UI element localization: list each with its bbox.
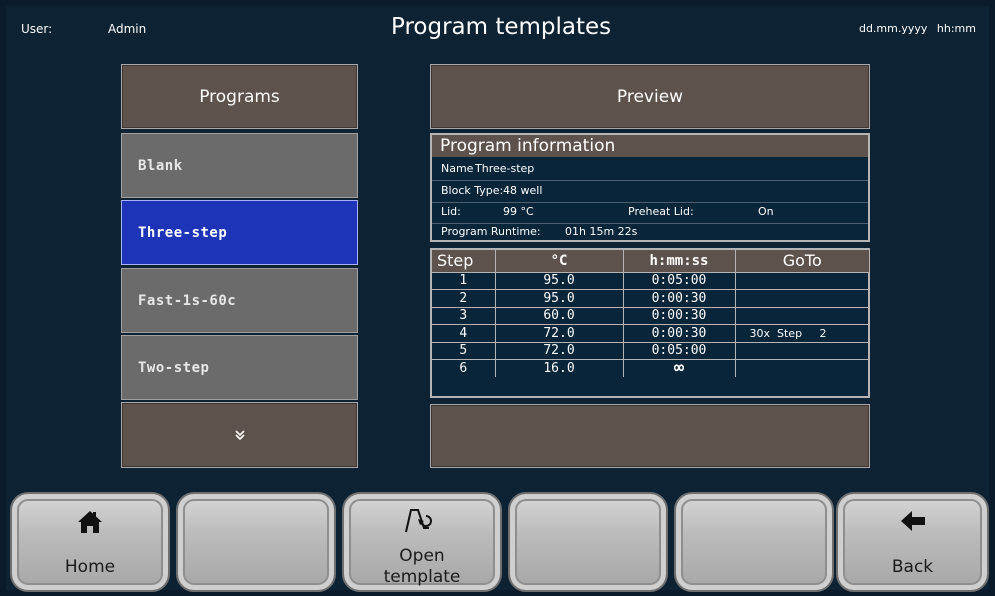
step-cell: 1 [432, 271, 496, 290]
open-label-line-1: Open [399, 546, 445, 566]
user-label: User: [21, 22, 53, 36]
goto-cell [735, 341, 869, 360]
lid-label: Lid: [441, 205, 461, 218]
name-label: Name [441, 162, 474, 175]
col-header-step: Step [432, 250, 496, 272]
time-text: hh:mm [936, 22, 976, 35]
table-row: 2 95.0 0:00:30 [432, 289, 869, 307]
steps-table-panel: Step °C h:mm:ss GoTo 1 95.0 0:05:00 2 95… [430, 248, 870, 398]
empty-nav-button-1[interactable] [176, 492, 336, 592]
time-cell: 0:00:30 [623, 306, 736, 325]
goto-cell [735, 306, 869, 325]
preview-header: Preview [430, 64, 870, 129]
back-label: Back [891, 557, 934, 577]
temp-cell: 16.0 [495, 359, 624, 377]
runtime-value: 01h 15m 22s [565, 225, 638, 238]
programs-header: Programs [121, 64, 358, 129]
lid-value: 99 °C [503, 205, 534, 218]
program-information-panel: Program information Name Three-step Bloc… [430, 133, 870, 242]
home-button[interactable]: Home [10, 492, 170, 592]
double-chevron-down-icon [234, 430, 245, 441]
block-type-label: Block Type: [441, 184, 504, 197]
time-cell: 0:05:00 [623, 341, 736, 360]
temp-cell: 72.0 [495, 324, 624, 342]
program-item-fast-1s-60c[interactable]: Fast-1s-60c [121, 268, 358, 333]
datetime: dd.mm.yyyy hh:mm [853, 22, 976, 35]
user-name: Admin [108, 22, 147, 36]
step-cell: 2 [432, 289, 496, 307]
back-button[interactable]: Back [836, 492, 989, 592]
col-header-goto: GoTo [735, 250, 869, 272]
home-label: Home [64, 557, 116, 577]
step-cell: 4 [432, 324, 496, 342]
program-information-title: Program information [432, 135, 868, 157]
temp-cell: 60.0 [495, 306, 624, 325]
page-title: Program templates [391, 14, 612, 40]
date-text: dd.mm.yyyy [858, 22, 928, 35]
col-header-temp: °C [495, 250, 624, 272]
goto-cell [735, 359, 869, 377]
scroll-down-button[interactable] [121, 402, 358, 468]
open-label-line-2: template [383, 567, 461, 587]
program-item-two-step[interactable]: Two-step [121, 335, 358, 400]
steps-table: Step °C h:mm:ss GoTo 1 95.0 0:05:00 2 95… [432, 250, 869, 377]
block-type-value: 48 well [503, 184, 543, 197]
goto-cell [735, 289, 869, 307]
step-cell: 5 [432, 341, 496, 360]
runtime-label: Program Runtime: [441, 225, 541, 238]
preview-footer-panel [430, 404, 870, 468]
table-row: 1 95.0 0:05:00 [432, 271, 869, 290]
step-cell: 3 [432, 306, 496, 325]
goto-cell: 30x Step 2 [735, 324, 869, 342]
open-template-button[interactable]: Open template [342, 492, 502, 592]
col-header-time: h:mm:ss [623, 250, 736, 272]
empty-nav-button-2[interactable] [508, 492, 668, 592]
time-cell: 0:00:30 [623, 289, 736, 307]
time-cell: 0:00:30 [623, 324, 736, 342]
open-template-icon [405, 509, 432, 533]
program-item-blank[interactable]: Blank [121, 133, 358, 198]
time-cell: 0:05:00 [623, 271, 736, 290]
step-cell: 6 [432, 359, 496, 377]
name-value: Three-step [475, 162, 535, 175]
table-row: 5 72.0 0:05:00 [432, 341, 869, 360]
program-item-three-step[interactable]: Three-step [121, 200, 358, 265]
time-cell-infinite: ∞ [623, 359, 736, 377]
home-icon [78, 511, 102, 533]
preheat-lid-label: Preheat Lid: [628, 205, 694, 218]
table-row: 3 60.0 0:00:30 [432, 306, 869, 325]
table-row: 6 16.0 ∞ [432, 359, 869, 377]
temp-cell: 95.0 [495, 289, 624, 307]
temp-cell: 72.0 [495, 341, 624, 360]
table-row: 4 72.0 0:00:30 30x Step 2 [432, 324, 869, 342]
temp-cell: 95.0 [495, 271, 624, 290]
empty-nav-button-3[interactable] [674, 492, 834, 592]
preheat-lid-value: On [758, 205, 774, 218]
goto-cell [735, 271, 869, 290]
arrow-left-icon [900, 511, 925, 531]
